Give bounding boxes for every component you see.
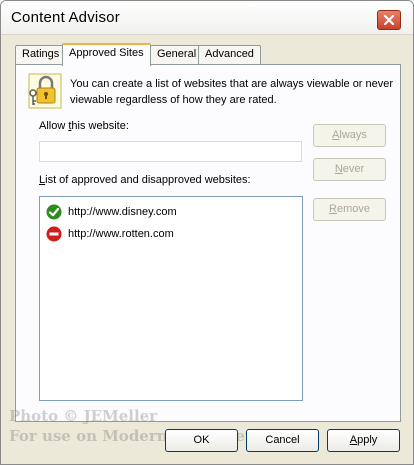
ok-button[interactable]: OK bbox=[165, 429, 238, 452]
padlock-keys-icon bbox=[28, 73, 62, 109]
always-button[interactable]: Always bbox=[313, 124, 386, 147]
title-bar[interactable]: Content Advisor bbox=[1, 1, 413, 35]
tab-general-label: General bbox=[157, 48, 197, 60]
site-url: http://www.disney.com bbox=[68, 206, 177, 218]
never-button[interactable]: Never bbox=[313, 158, 386, 181]
close-button[interactable] bbox=[377, 10, 401, 30]
remove-button[interactable]: Remove bbox=[313, 198, 386, 221]
tab-approved-sites-label: Approved Sites bbox=[69, 47, 144, 59]
site-url: http://www.rotten.com bbox=[68, 228, 174, 240]
no-entry-icon bbox=[46, 226, 62, 242]
sites-list-label: List of approved and disapproved website… bbox=[39, 174, 251, 186]
list-item[interactable]: http://www.disney.com bbox=[46, 203, 177, 221]
tab-advanced-label: Advanced bbox=[205, 48, 254, 60]
cancel-button[interactable]: Cancel bbox=[246, 429, 319, 452]
allow-website-input[interactable] bbox=[39, 141, 302, 162]
check-icon bbox=[46, 204, 62, 220]
info-text: You can create a list of websites that a… bbox=[70, 78, 394, 106]
approved-sites-panel: You can create a list of websites that a… bbox=[15, 64, 401, 422]
tab-ratings[interactable]: Ratings bbox=[15, 45, 67, 64]
tab-general[interactable]: General bbox=[150, 45, 204, 64]
close-icon bbox=[383, 14, 395, 26]
allow-website-label: Allow this website: bbox=[39, 120, 129, 132]
tab-ratings-label: Ratings bbox=[22, 48, 60, 60]
content-advisor-window: Content Advisor Ratings Approved Sites G… bbox=[0, 0, 414, 465]
list-item[interactable]: http://www.rotten.com bbox=[46, 225, 174, 243]
apply-button[interactable]: Apply bbox=[327, 429, 400, 452]
tab-advanced[interactable]: Advanced bbox=[198, 45, 261, 64]
tab-approved-sites[interactable]: Approved Sites bbox=[62, 43, 151, 66]
sites-list[interactable]: http://www.disney.com http://www.rotten.… bbox=[39, 196, 303, 401]
window-title: Content Advisor bbox=[11, 9, 120, 26]
